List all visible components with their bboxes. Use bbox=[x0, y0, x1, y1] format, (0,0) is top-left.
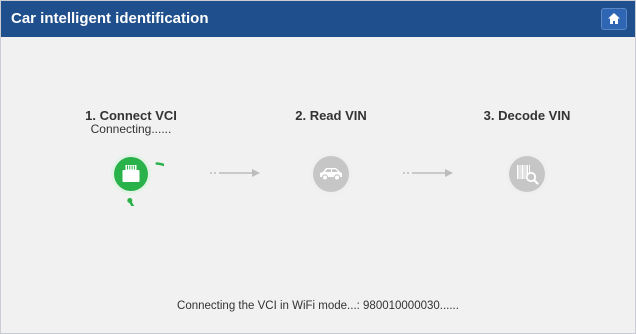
step-3-title: 3. Decode VIN bbox=[483, 108, 571, 123]
app-window: Car intelligent identification 1. Connec… bbox=[0, 0, 636, 334]
step-2-circle bbox=[309, 152, 353, 196]
title-bar: Car intelligent identification bbox=[1, 1, 635, 37]
home-icon bbox=[608, 13, 620, 24]
step-2-title: 2. Read VIN bbox=[295, 108, 367, 123]
step-3-circle bbox=[505, 152, 549, 196]
step-1-title: 1. Connect VCI bbox=[85, 108, 177, 123]
step-1-subtitle: Connecting...... bbox=[90, 122, 172, 136]
connection-status-text: Connecting the VCI in WiFi mode...: 9800… bbox=[177, 300, 459, 312]
arrow-2-icon bbox=[403, 169, 453, 177]
arrow-1-icon bbox=[210, 169, 260, 177]
step-1-progress-ring bbox=[100, 142, 184, 219]
home-button[interactable] bbox=[601, 8, 627, 30]
page-title: Car intelligent identification bbox=[11, 10, 209, 27]
